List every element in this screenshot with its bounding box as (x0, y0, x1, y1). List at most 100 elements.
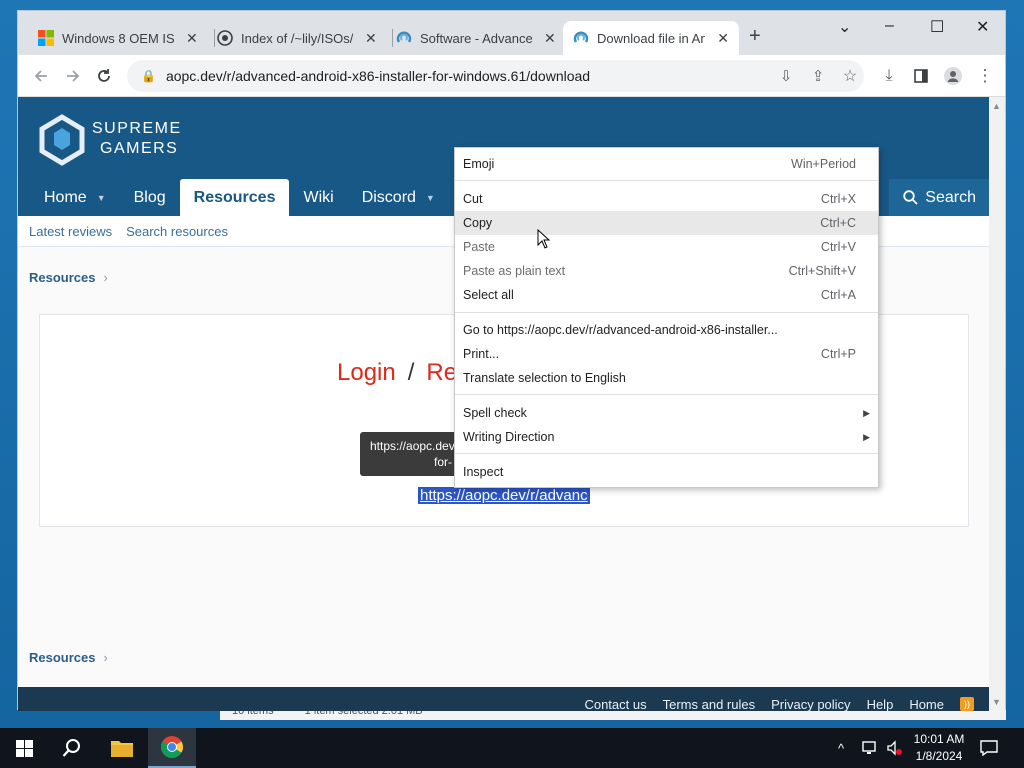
breadcrumb-label: Resources (29, 270, 96, 285)
nav-label: Wiki (303, 188, 334, 206)
tab-title: Index of /~lily/ISOs/ (241, 30, 353, 46)
caret-down-icon[interactable]: ▼ (426, 193, 435, 203)
site-logo-text[interactable]: SUPREME GAMERS (92, 119, 182, 159)
menu-item-copy[interactable]: Copy Ctrl+C (455, 211, 878, 235)
menu-shortcut: Ctrl+C (820, 216, 856, 230)
taskbar-file-explorer[interactable] (98, 728, 146, 768)
show-hidden-icons-button[interactable]: ^ (838, 728, 844, 768)
register-link[interactable]: Re (426, 359, 457, 386)
footer-terms[interactable]: Terms and rules (663, 697, 755, 712)
search-label: Search (925, 188, 976, 206)
menu-item-print[interactable]: Print... Ctrl+P (455, 342, 878, 366)
menu-item-translate[interactable]: Translate selection to English (455, 366, 878, 390)
install-app-icon[interactable]: ⇩ (774, 64, 798, 88)
nav-resources[interactable]: Resources (179, 179, 290, 216)
menu-shortcut: Ctrl+V (820, 240, 856, 254)
rss-icon[interactable]: )) (960, 697, 974, 711)
menu-item-spell-check[interactable]: Spell check ▶ (455, 401, 878, 425)
subnav-latest-reviews[interactable]: Latest reviews (29, 224, 112, 239)
nav-search-button[interactable]: Search (889, 179, 990, 216)
menu-label: Inspect (463, 465, 504, 479)
footer-privacy[interactable]: Privacy policy (771, 697, 850, 712)
lock-icon: 🔒 (141, 69, 156, 83)
profile-avatar[interactable] (941, 64, 965, 88)
downloads-icon[interactable]: ⤓ (877, 64, 901, 88)
menu-item-select-all[interactable]: Select all Ctrl+A (455, 283, 878, 307)
kebab-menu-icon[interactable]: ⋮ (973, 64, 997, 88)
menu-item-emoji[interactable]: Emoji Win+Period (455, 152, 878, 176)
subnav-search-resources[interactable]: Search resources (126, 224, 228, 239)
bookmark-star-icon[interactable]: ☆ (838, 64, 862, 88)
menu-label: Cut (463, 192, 483, 206)
tab-windows-8-oem-iso[interactable]: Windows 8 OEM ISO ✕ (28, 21, 208, 55)
github-cat-icon (217, 30, 233, 46)
new-tab-button[interactable]: + (749, 25, 761, 48)
reload-icon (98, 69, 110, 82)
speaker-icon (887, 740, 902, 756)
menu-item-inspect[interactable]: Inspect (455, 460, 878, 484)
breadcrumb-label: Resources (29, 650, 96, 665)
footer-contact-us[interactable]: Contact us (584, 697, 646, 712)
menu-label: Paste (463, 240, 495, 254)
arrow-right-icon (67, 70, 80, 82)
aopc-logo-icon (396, 31, 412, 43)
menu-item-writing-direction[interactable]: Writing Direction ▶ (455, 425, 878, 449)
menu-label: Paste as plain text (463, 264, 566, 278)
menu-item-paste-plain[interactable]: Paste as plain text Ctrl+Shift+V (455, 259, 878, 283)
selected-download-link[interactable]: https://aopc.dev/r/advanc (418, 487, 590, 504)
volume-muted-icon[interactable] (886, 728, 902, 768)
tab-close-icon[interactable]: ✕ (717, 30, 729, 47)
start-button[interactable] (0, 728, 48, 768)
nav-discord[interactable]: Discord ▼ (348, 179, 449, 216)
network-icon[interactable] (862, 728, 880, 768)
login-link[interactable]: Login (337, 359, 396, 386)
tab-index-of-lily-isos[interactable]: Index of /~lily/ISOs/ ✕ (207, 21, 387, 55)
browser-toolbar: 🔒 aopc.dev/r/advanced-android-x86-instal… (18, 55, 1005, 97)
share-icon[interactable]: ⇪ (806, 64, 830, 88)
page-scrollbar[interactable]: ▲ ▼ (989, 97, 1005, 711)
system-clock[interactable]: 10:01 AM 1/8/2024 (906, 731, 972, 765)
address-bar[interactable]: 🔒 aopc.dev/r/advanced-android-x86-instal… (127, 60, 864, 92)
notifications-icon[interactable] (980, 728, 998, 768)
nav-wiki[interactable]: Wiki (289, 179, 347, 216)
tab-software-advanced[interactable]: Software - Advanced ✕ (386, 21, 566, 55)
menu-item-paste[interactable]: Paste Ctrl+V (455, 235, 878, 259)
tab-bar: Windows 8 OEM ISO ✕ Index of /~lily/ISOs… (18, 11, 1005, 55)
breadcrumb[interactable]: Resources › (29, 270, 108, 285)
breadcrumb-bottom[interactable]: Resources › (29, 650, 108, 665)
menu-item-cut[interactable]: Cut Ctrl+X (455, 187, 878, 211)
forward-button[interactable] (61, 64, 85, 88)
submenu-arrow-icon: ▶ (863, 431, 870, 442)
caret-down-icon[interactable]: ▼ (97, 193, 106, 203)
scroll-up-icon[interactable]: ▲ (992, 101, 1001, 111)
nav-home[interactable]: Home ▼ (30, 179, 120, 216)
network-glyph (862, 741, 876, 754)
mouse-pointer-icon (537, 229, 551, 249)
side-panel-icon[interactable] (909, 64, 933, 88)
tab-close-icon[interactable]: ✕ (186, 30, 198, 47)
close-window-button[interactable]: ✕ (976, 17, 989, 37)
menu-label: Select all (463, 288, 514, 302)
taskbar-search-button[interactable] (48, 728, 96, 768)
reload-button[interactable] (92, 64, 116, 88)
tab-close-icon[interactable]: ✕ (365, 30, 377, 47)
back-button[interactable] (29, 64, 53, 88)
menu-label: Go to https://aopc.dev/r/advanced-androi… (463, 323, 778, 337)
minimize-button[interactable]: – (885, 17, 894, 35)
supreme-gamers-logo-icon[interactable] (34, 111, 90, 167)
taskbar-chrome[interactable] (148, 728, 196, 768)
slash-divider: / (407, 359, 415, 386)
maximize-button[interactable]: ☐ (930, 17, 944, 37)
tab-search-icon[interactable]: ⌄ (838, 17, 851, 37)
tab-close-icon[interactable]: ✕ (544, 30, 556, 47)
login-register-line: Login / Re (337, 359, 457, 387)
site-footer: Contact us Terms and rules Privacy polic… (18, 687, 990, 711)
scroll-down-icon[interactable]: ▼ (992, 697, 1001, 707)
menu-label: Writing Direction (463, 430, 555, 444)
nav-blog[interactable]: Blog (120, 179, 180, 216)
menu-item-go-to-url[interactable]: Go to https://aopc.dev/r/advanced-androi… (455, 318, 878, 342)
footer-home[interactable]: Home (909, 697, 944, 712)
tab-download-file-active[interactable]: Download file in And ✕ (563, 21, 739, 55)
footer-help[interactable]: Help (867, 697, 894, 712)
aopc-logo-icon (573, 31, 589, 43)
